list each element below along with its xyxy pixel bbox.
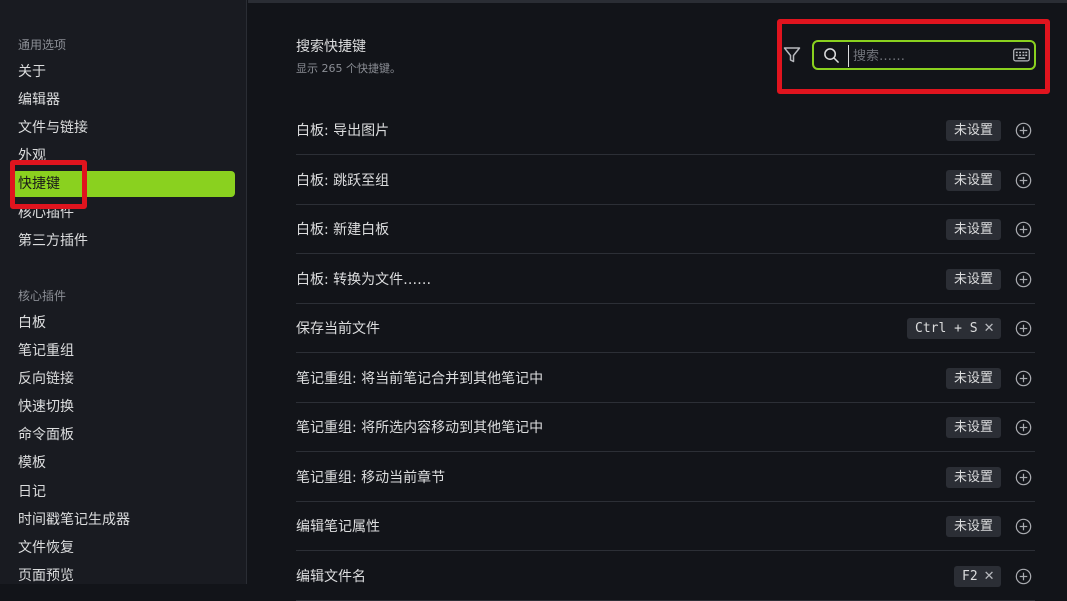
close-icon[interactable]: ✕ — [984, 321, 995, 336]
hotkey-unset-badge: 未设置 — [946, 169, 1002, 191]
plus-circle-icon[interactable] — [1015, 518, 1032, 535]
hotkey-binding-text: 未设置 — [954, 222, 994, 237]
search-input[interactable] — [848, 45, 1005, 67]
hotkey-command-label: 白板: 新建白板 — [296, 222, 390, 238]
plus-circle-icon[interactable] — [1015, 419, 1032, 436]
hotkey-binding-text: Ctrl + S — [915, 321, 978, 336]
sidebar-item-quick-switcher[interactable]: 快速切换 — [12, 394, 235, 420]
hotkey-command-label: 白板: 跳跃至组 — [296, 172, 390, 189]
close-icon[interactable]: ✕ — [984, 569, 995, 584]
sidebar-item-unique-note[interactable]: 时间戳笔记生成器 — [12, 507, 235, 533]
hotkey-binding-text: 未设置 — [954, 469, 994, 485]
sidebar-group-title-core-plugins: 核心插件 — [18, 289, 67, 303]
sidebar-item-file-recovery[interactable]: 文件恢复 — [12, 535, 235, 561]
hotkey-command-label: 白板: 导出图片 — [296, 123, 390, 139]
plus-circle-icon[interactable] — [1015, 172, 1032, 189]
sidebar-item-templates[interactable]: 模板 — [12, 450, 235, 476]
hotkey-unset-badge: 未设置 — [946, 417, 1002, 438]
sidebar-item-daily-notes[interactable]: 日记 — [12, 479, 235, 505]
hotkey-command-label: 笔记重组: 移动当前章节 — [296, 469, 446, 486]
hotkey-binding-text: 未设置 — [954, 519, 994, 534]
hotkey-unset-badge: 未设置 — [946, 367, 1002, 389]
sidebar-item-backlinks[interactable]: 反向链接 — [12, 366, 235, 392]
search-field[interactable] — [812, 40, 1036, 70]
hotkey-command-label: 笔记重组: 将所选内容移动到其他笔记中 — [296, 420, 544, 436]
hotkey-binding-text: 未设置 — [954, 420, 994, 435]
plus-circle-icon[interactable] — [1015, 271, 1032, 288]
hotkey-binding-text: 未设置 — [954, 123, 994, 138]
hotkey-command-label: 编辑文件名 — [296, 568, 366, 585]
sidebar-group-title-general: 通用选项 — [18, 38, 67, 52]
search-icon — [824, 48, 839, 63]
hotkey-unset-badge: 未设置 — [946, 466, 1002, 488]
sidebar-item-editor[interactable]: 编辑器 — [12, 87, 235, 113]
hotkey-binding-text: F2 — [962, 568, 978, 584]
hotkey-row: 白板: 跳跃至组 未设置 — [296, 156, 1035, 205]
hotkey-unset-badge: 未设置 — [946, 268, 1002, 290]
hotkey-command-label: 编辑笔记属性 — [296, 519, 380, 535]
hotkey-command-label: 笔记重组: 将当前笔记合并到其他笔记中 — [296, 370, 544, 387]
hotkey-row: 笔记重组: 将当前笔记合并到其他笔记中 未设置 — [296, 354, 1035, 403]
page-title: 搜索快捷键 — [296, 39, 366, 55]
hotkey-row: 保存当前文件 Ctrl + S ✕ — [296, 304, 1035, 353]
hotkey-binding-text: 未设置 — [954, 370, 994, 386]
hotkey-unset-badge: 未设置 — [946, 219, 1002, 240]
hotkey-command-label: 白板: 转换为文件…… — [296, 271, 432, 288]
sidebar-item-files-links[interactable]: 文件与链接 — [12, 115, 235, 141]
plus-circle-icon[interactable] — [1015, 568, 1032, 585]
plus-circle-icon[interactable] — [1015, 221, 1032, 238]
hotkey-row: 笔记重组: 移动当前章节 未设置 — [296, 453, 1035, 502]
hotkey-count-text: 显示 265 个快捷键。 — [296, 62, 401, 75]
sidebar-item-hotkeys[interactable]: 快捷键 — [12, 171, 235, 197]
sidebar-item-core-plugins[interactable]: 核心插件 — [12, 200, 235, 226]
sidebar-item-community-plugins[interactable]: 第三方插件 — [12, 228, 235, 254]
hotkey-unset-badge: 未设置 — [946, 120, 1002, 141]
sidebar-item-command-palette[interactable]: 命令面板 — [12, 422, 235, 448]
hotkey-row: 白板: 新建白板 未设置 — [296, 205, 1035, 254]
hotkey-binding-text: 未设置 — [954, 172, 994, 188]
sidebar-item-canvas[interactable]: 白板 — [12, 310, 235, 336]
hotkey-command-label: 保存当前文件 — [296, 321, 380, 337]
sidebar-item-appearance[interactable]: 外观 — [12, 143, 235, 169]
filter-icon[interactable] — [782, 45, 802, 65]
sidebar-item-about[interactable]: 关于 — [12, 59, 235, 85]
panel-top-border — [248, 0, 1067, 3]
hotkey-binding-text: 未设置 — [954, 271, 994, 287]
hotkey-row: 笔记重组: 将所选内容移动到其他笔记中 未设置 — [296, 403, 1035, 452]
plus-circle-icon[interactable] — [1015, 370, 1032, 387]
hotkey-unset-badge: 未设置 — [946, 516, 1002, 537]
hotkey-row: 编辑文件名 F2 ✕ — [296, 552, 1035, 601]
hotkey-row: 白板: 导出图片 未设置 — [296, 106, 1035, 155]
settings-sidebar: 通用选项 关于 编辑器 文件与链接 外观 快捷键 核心插件 第三方插件 核心插件… — [0, 0, 247, 584]
hotkey-binding-badge[interactable]: F2 ✕ — [954, 565, 1001, 587]
hotkeys-panel: 搜索快捷键 显示 265 个快捷键。 白板: 导出图片未设置白板: 跳跃至组未设… — [248, 0, 1067, 601]
sidebar-item-page-preview[interactable]: 页面预览 — [12, 563, 235, 589]
plus-circle-icon[interactable] — [1015, 469, 1032, 486]
sidebar-item-note-composer[interactable]: 笔记重组 — [12, 338, 235, 364]
plus-circle-icon[interactable] — [1015, 122, 1032, 139]
plus-circle-icon[interactable] — [1015, 320, 1032, 337]
keyboard-icon[interactable] — [1013, 48, 1030, 62]
hotkey-row: 白板: 转换为文件…… 未设置 — [296, 255, 1035, 304]
hotkey-row: 编辑笔记属性 未设置 — [296, 502, 1035, 551]
hotkey-binding-badge[interactable]: Ctrl + S ✕ — [907, 318, 1001, 339]
